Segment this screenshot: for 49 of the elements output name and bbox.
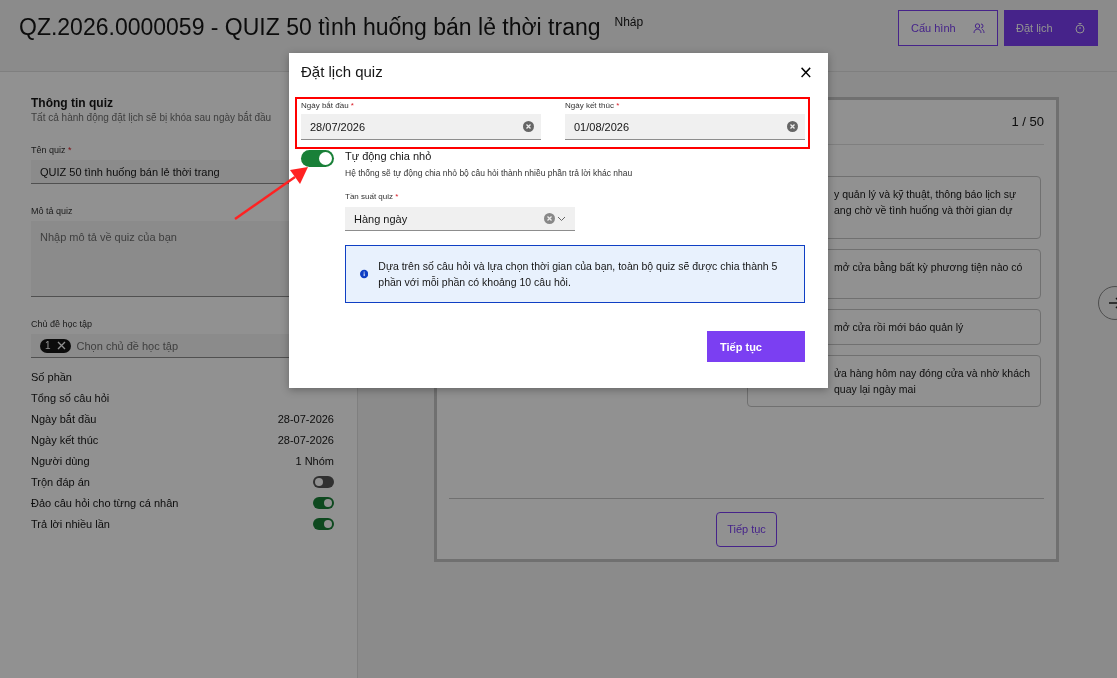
close-icon[interactable] [56,341,66,350]
toggle-label: Tự động chia nhỏ [345,150,433,162]
required-mark: * [68,145,72,155]
field-label: Tần suất quiz [345,192,394,201]
page-title: QZ.2026.0000059 - QUIZ 50 tình huống bán lẻ thời trang [19,14,601,41]
continue-button[interactable]: Tiếp tục [716,511,777,547]
summary-label: Số phần [31,370,72,383]
required-mark: * [616,101,620,110]
summary-value: 28-07-2026 [277,412,334,425]
field-label: Mô tả quiz [31,206,73,216]
close-button[interactable]: × [795,61,816,82]
config-button[interactable]: Cấu hình [898,9,998,46]
summary-label: Đảo câu hỏi cho từng cá nhân [31,496,179,509]
status-label: Nháp [614,14,644,29]
toggle-switch[interactable] [313,496,334,509]
users-icon [973,21,985,34]
clear-icon[interactable] [523,121,534,132]
dialog-title: Đặt lịch quiz [301,63,383,80]
toggle-switch[interactable] [301,150,334,167]
required-mark: * [350,101,354,110]
chevron-down-icon [557,215,566,222]
toggle-description: Hệ thống sẽ tự động chia nhỏ bộ câu hỏi thành nhiều phần trả lời khác nhau [345,168,634,178]
timer-icon [1074,21,1086,34]
schedule-button[interactable]: Đặt lịch [1004,9,1098,46]
summary-label: Trả lời nhiều lần [31,517,110,530]
summary-value: 1 Nhóm [295,454,334,467]
field-label: Chủ đề học tập [31,319,93,329]
summary-label: Trộn đáp án [31,475,90,488]
field-label: Ngày kết thúc [565,101,614,110]
info-icon [360,268,369,280]
continue-button[interactable]: Tiếp tục [707,331,805,362]
clear-icon[interactable] [787,121,798,132]
summary-label: Tổng số câu hỏi [31,391,110,404]
toggle-switch[interactable] [313,475,334,488]
summary-label: Ngày kết thúc [31,433,99,446]
summary-label: Người dùng [31,454,90,467]
toggle-switch[interactable] [313,517,334,530]
field-label: Tên quiz [31,145,66,155]
summary-label: Ngày bắt đầu [31,412,97,425]
summary-value: 28-07-2026 [277,433,334,446]
start-date-field[interactable]: 28/07/2026 [301,114,541,140]
field-label: Ngày bắt đầu [301,101,349,110]
required-mark: * [395,192,399,201]
frequency-select[interactable]: Hàng ngày [345,207,575,231]
panel-subtitle: Tất cả hành động đặt lịch sẽ bị khóa sau ngày bắt đầu [31,112,272,123]
end-date-field[interactable]: 01/08/2026 [565,114,805,140]
clear-icon[interactable] [544,213,555,224]
panel-title: Thông tin quiz [31,96,113,110]
count-chip[interactable]: 1 [40,338,71,353]
